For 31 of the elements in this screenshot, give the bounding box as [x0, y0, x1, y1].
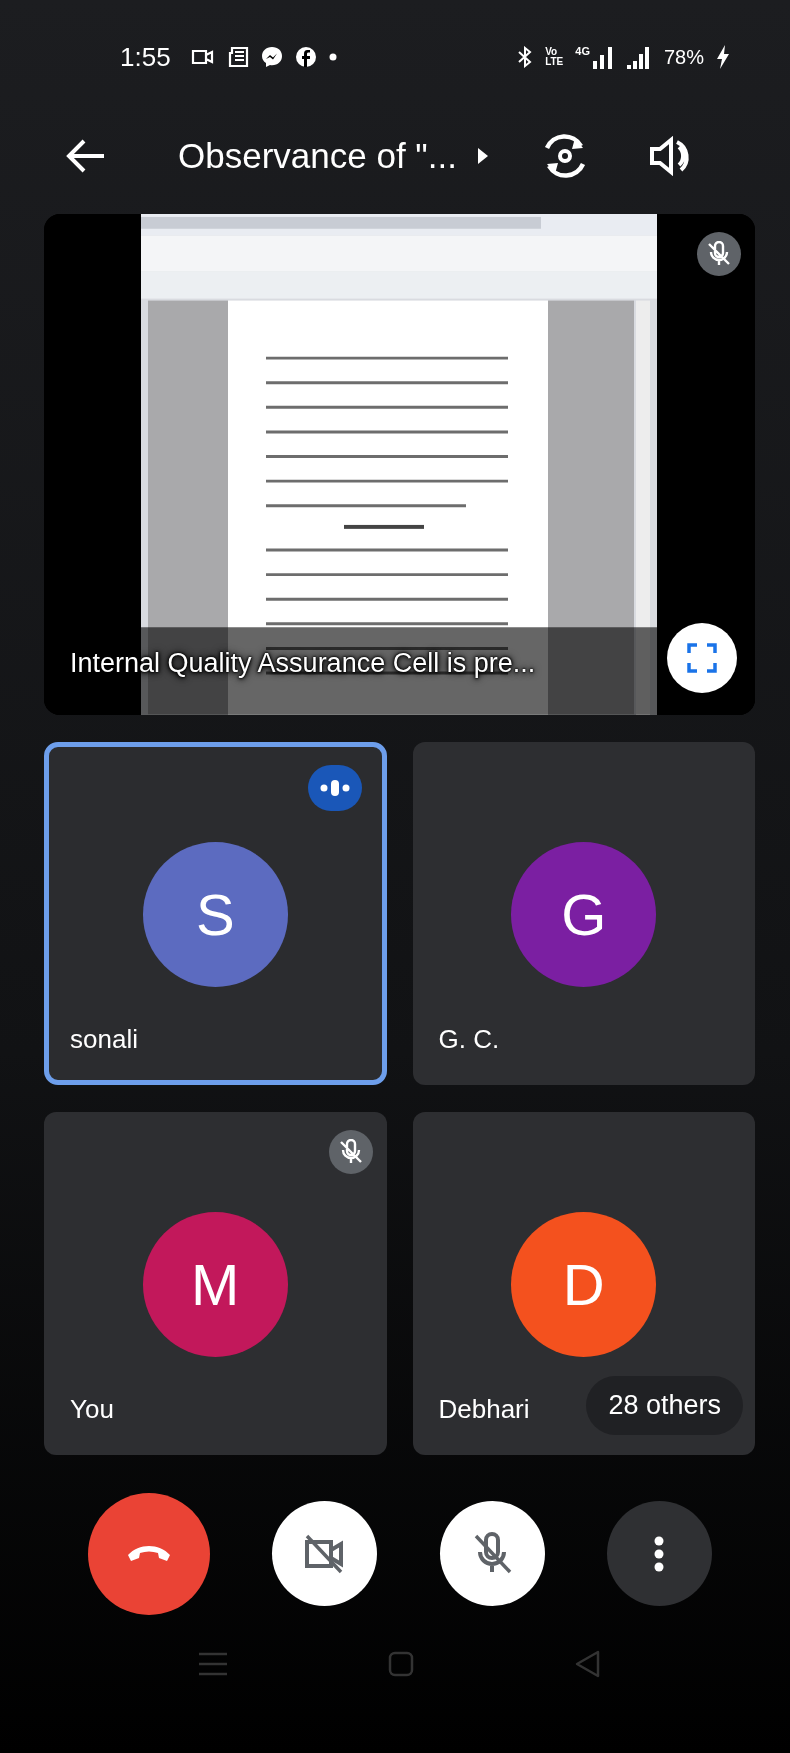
participant-name: Debhari [438, 1393, 530, 1425]
news-icon [226, 46, 249, 69]
fullscreen-icon [687, 642, 717, 673]
meeting-title[interactable]: Observance of "... [178, 136, 457, 177]
facebook-icon [294, 46, 317, 69]
avatar: D [511, 1211, 657, 1357]
participant-name: You [70, 1393, 114, 1425]
avatar: G [511, 841, 657, 987]
participant-tile[interactable]: M You [44, 1111, 387, 1455]
dot-icon [328, 53, 337, 62]
presenter-caption: Internal Quality Assurance Cell is pre... [70, 647, 536, 679]
battery-level: 78% [663, 45, 704, 69]
participant-name: G. C. [438, 1023, 500, 1055]
speaking-icon [307, 764, 362, 811]
bluetooth-icon [517, 46, 534, 69]
more-icon [654, 1535, 665, 1572]
signal-icon [591, 45, 614, 70]
volte-label: Vo LTE [545, 47, 564, 68]
microphone-icon [472, 1531, 513, 1576]
network-label: 4G [575, 45, 590, 58]
avatar: M [142, 1211, 288, 1357]
charging-icon [716, 45, 730, 70]
clock-time: 1:55 [120, 41, 171, 73]
messenger-icon [260, 46, 283, 69]
avatar: S [142, 841, 288, 987]
back-icon[interactable] [66, 138, 106, 175]
participant-tile[interactable]: S sonali [44, 741, 387, 1085]
participant-tile[interactable]: G G. C. [412, 741, 755, 1085]
caret-icon[interactable] [476, 147, 489, 166]
participant-name: sonali [70, 1023, 138, 1055]
signal-icon [625, 45, 652, 70]
